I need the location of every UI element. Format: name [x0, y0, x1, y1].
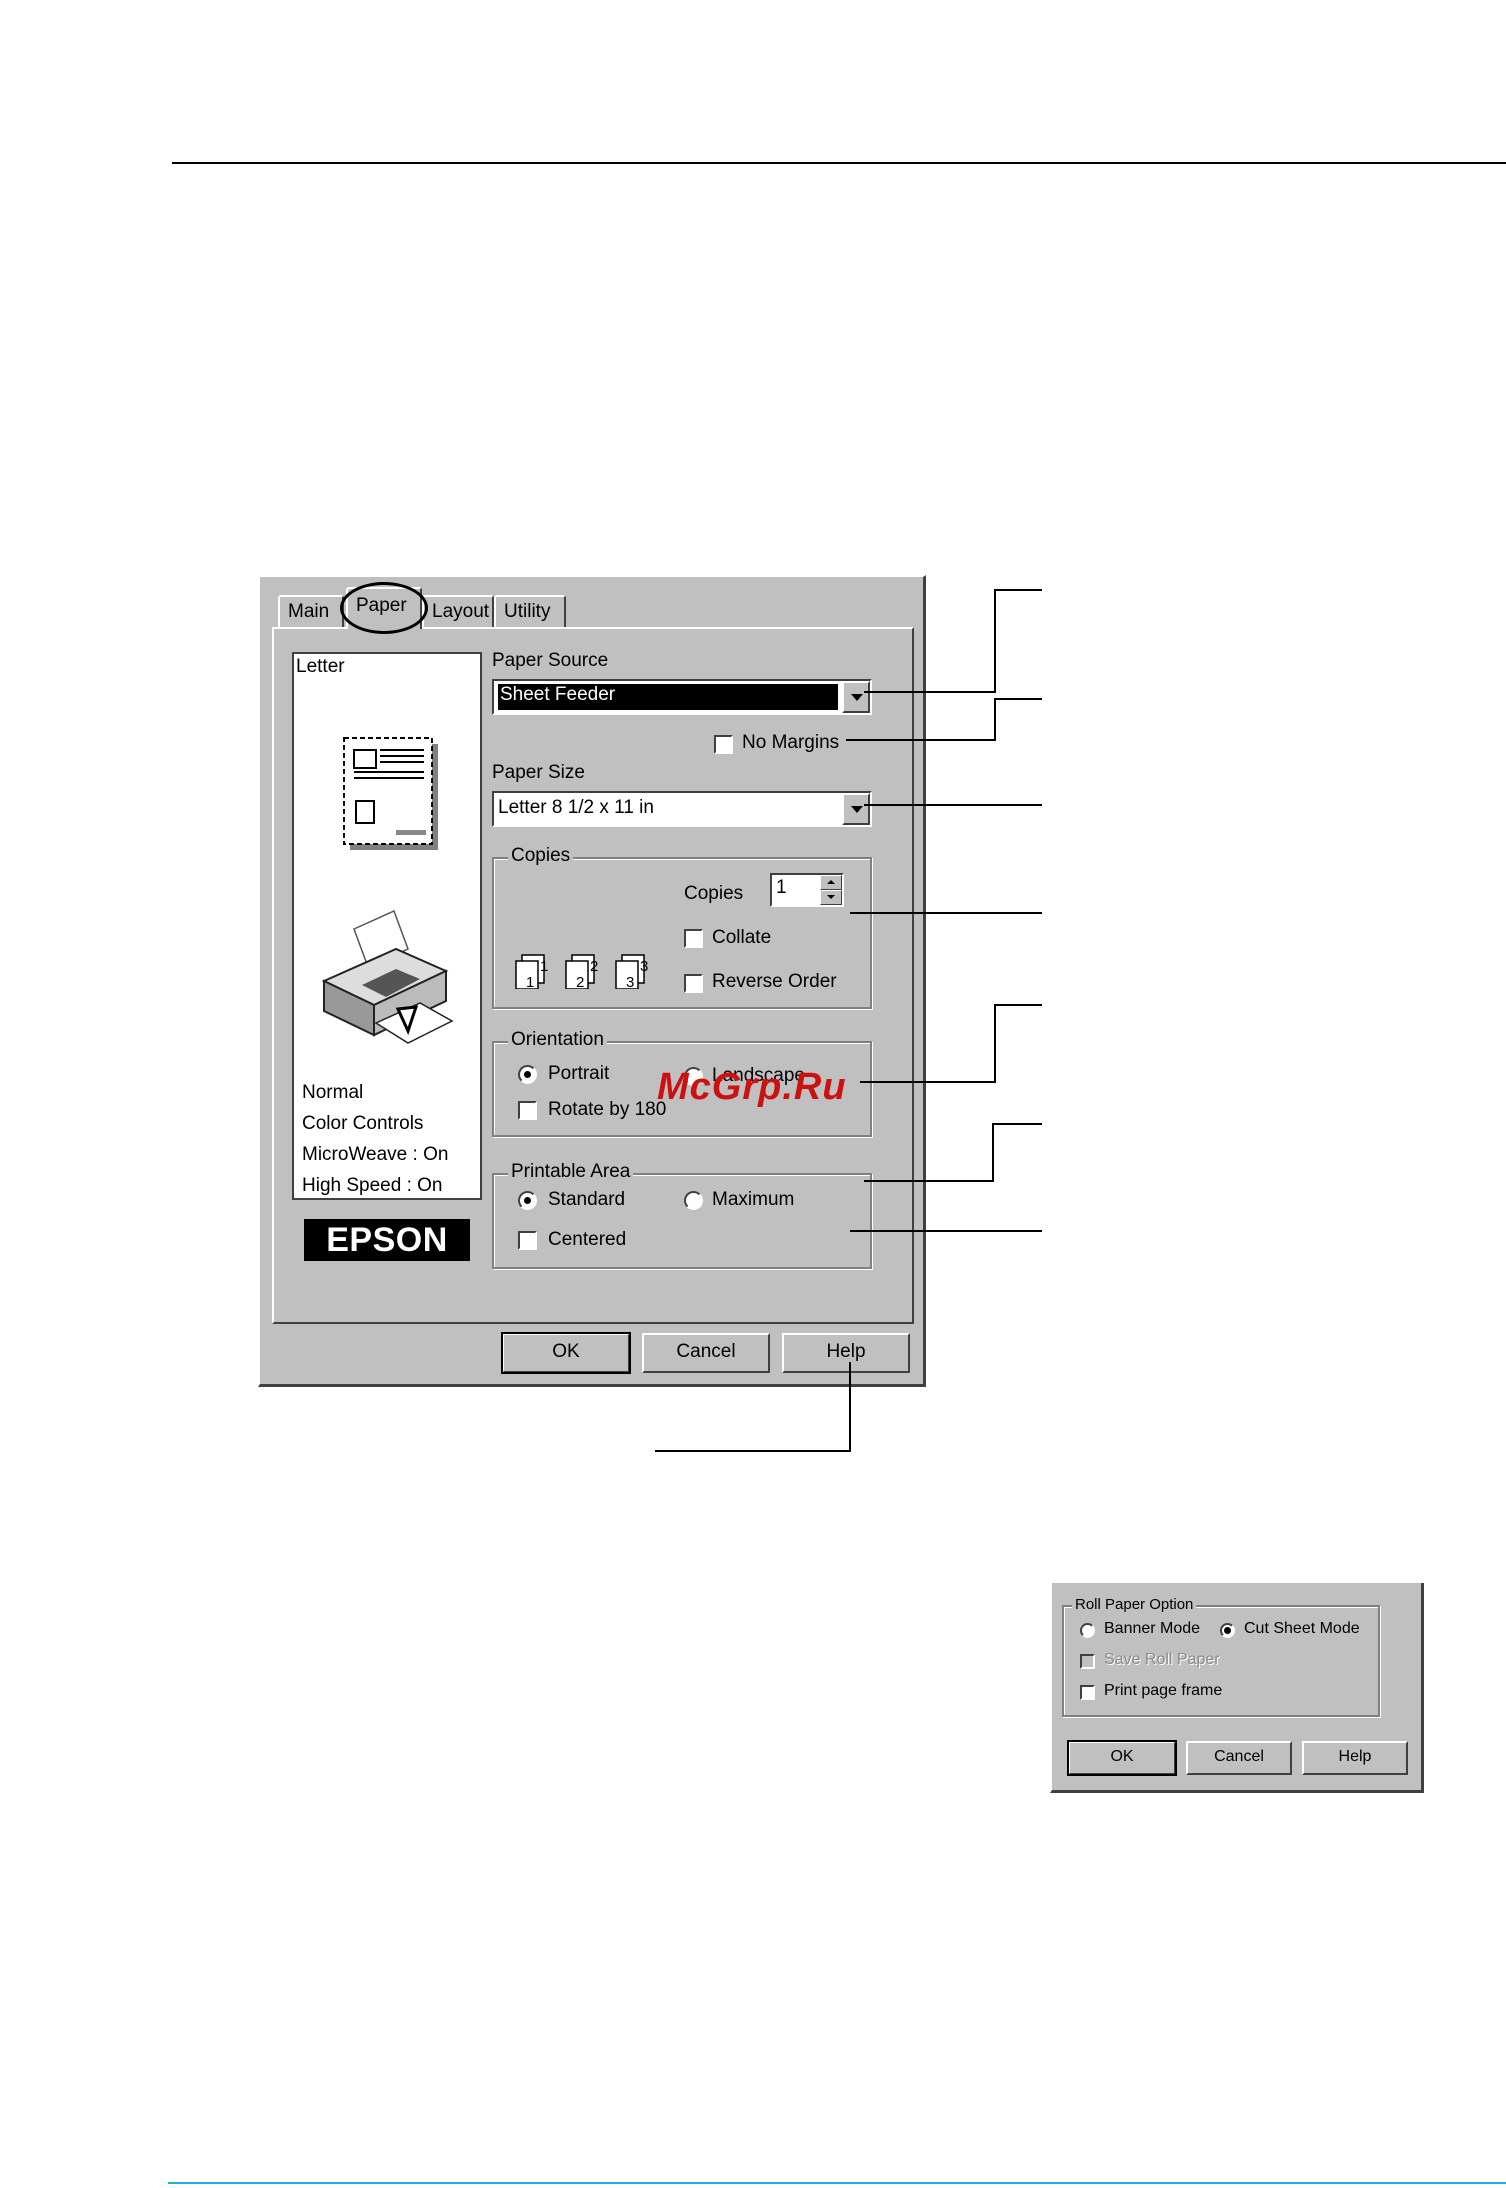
paper-size-select[interactable]: Letter 8 1/2 x 11 in — [492, 791, 872, 827]
tab-highlight-circle — [340, 582, 428, 634]
banner-mode-label: Banner Mode — [1104, 1620, 1201, 1637]
portrait-radio[interactable] — [518, 1065, 537, 1084]
page-layout-icon — [343, 737, 438, 850]
no-margins-checkbox[interactable] — [714, 735, 733, 754]
rotate-180-label: Rotate by 180 — [548, 1099, 667, 1120]
copies-group: Copies Copies 1 11 22 33 Collate Reverse… — [492, 845, 872, 1009]
watermark-text: McGrp.Ru — [657, 1066, 847, 1108]
chevron-down-icon[interactable] — [842, 793, 870, 825]
preview-paper-name: Letter — [296, 656, 345, 677]
preview-status-line: Color Controls — [302, 1113, 424, 1134]
ok-button[interactable]: OK — [501, 1332, 631, 1374]
roll-ok-button[interactable]: OK — [1067, 1740, 1177, 1776]
roll-paper-dialog-fragment: Roll Paper Option Banner Mode Cut Sheet … — [1050, 1583, 1424, 1793]
copies-group-title: Copies — [508, 845, 574, 867]
paper-source-value: Sheet Feeder — [498, 684, 838, 710]
spin-down-icon[interactable] — [820, 890, 842, 905]
print-preview-pane: Letter Normal Color Controls MicroWeave … — [292, 652, 482, 1200]
copy-order-icon: 11 22 33 — [515, 954, 648, 989]
save-roll-paper-checkbox[interactable] — [1080, 1654, 1095, 1669]
page-bottom-rule — [168, 2182, 1506, 2184]
printer-properties-dialog: Main Paper Layout Utility Letter Normal … — [258, 575, 926, 1387]
tab-utility[interactable]: Utility — [494, 595, 566, 627]
printable-area-group-title: Printable Area — [508, 1161, 634, 1183]
preview-status-line: Normal — [302, 1082, 364, 1103]
paper-source-select[interactable]: Sheet Feeder — [492, 679, 872, 715]
copies-count-label: Copies — [684, 883, 744, 904]
collate-checkbox[interactable] — [684, 929, 703, 948]
paper-size-label: Paper Size — [492, 762, 585, 783]
banner-mode-radio[interactable] — [1080, 1623, 1095, 1638]
svg-text:3: 3 — [640, 958, 648, 975]
tab-layout[interactable]: Layout — [422, 595, 494, 627]
tab-main[interactable]: Main — [278, 595, 344, 627]
roll-help-button[interactable]: Help — [1302, 1741, 1408, 1775]
standard-radio[interactable] — [518, 1191, 537, 1210]
no-margins-label: No Margins — [742, 732, 840, 753]
epson-logo: EPSON — [304, 1219, 470, 1261]
paper-source-label: Paper Source — [492, 650, 609, 671]
roll-paper-option-title: Roll Paper Option — [1072, 1596, 1197, 1613]
standard-label: Standard — [548, 1189, 626, 1210]
svg-text:2: 2 — [590, 958, 598, 975]
spin-up-icon[interactable] — [820, 875, 842, 890]
help-button[interactable]: Help — [782, 1333, 910, 1373]
svg-text:2: 2 — [576, 974, 584, 989]
chevron-down-icon[interactable] — [842, 681, 870, 713]
svg-text:3: 3 — [626, 974, 634, 989]
page-top-rule — [172, 162, 1506, 164]
print-page-frame-checkbox[interactable] — [1080, 1685, 1095, 1700]
collate-label: Collate — [712, 927, 772, 948]
centered-checkbox[interactable] — [518, 1231, 537, 1250]
roll-cancel-button[interactable]: Cancel — [1186, 1741, 1292, 1775]
print-page-frame-label: Print page frame — [1104, 1682, 1223, 1699]
printable-area-group: Printable Area Standard Maximum Centered — [492, 1161, 872, 1269]
copies-count-value: 1 — [776, 877, 787, 898]
maximum-label: Maximum — [712, 1189, 795, 1210]
orientation-group-title: Orientation — [508, 1029, 607, 1051]
maximum-radio[interactable] — [684, 1191, 703, 1210]
preview-status-line: High Speed : On — [302, 1175, 443, 1196]
reverse-order-checkbox[interactable] — [684, 974, 703, 993]
cut-sheet-mode-label: Cut Sheet Mode — [1244, 1620, 1360, 1637]
paper-tab-panel: Letter Normal Color Controls MicroWeave … — [272, 627, 914, 1324]
centered-label: Centered — [548, 1229, 627, 1250]
copies-stepper[interactable]: 1 — [770, 873, 844, 907]
cut-sheet-mode-radio[interactable] — [1220, 1623, 1235, 1638]
save-roll-paper-label: Save Roll Paper — [1104, 1651, 1220, 1668]
paper-size-value: Letter 8 1/2 x 11 in — [498, 797, 654, 818]
cancel-button[interactable]: Cancel — [642, 1333, 770, 1373]
portrait-label: Portrait — [548, 1063, 610, 1084]
roll-paper-option-group: Roll Paper Option Banner Mode Cut Sheet … — [1062, 1596, 1380, 1717]
reverse-order-label: Reverse Order — [712, 971, 837, 992]
svg-text:1: 1 — [540, 958, 548, 975]
preview-status-line: MicroWeave : On — [302, 1144, 449, 1165]
svg-text:1: 1 — [526, 974, 534, 989]
rotate-180-checkbox[interactable] — [518, 1101, 537, 1120]
printer-illustration-icon — [321, 909, 454, 1044]
